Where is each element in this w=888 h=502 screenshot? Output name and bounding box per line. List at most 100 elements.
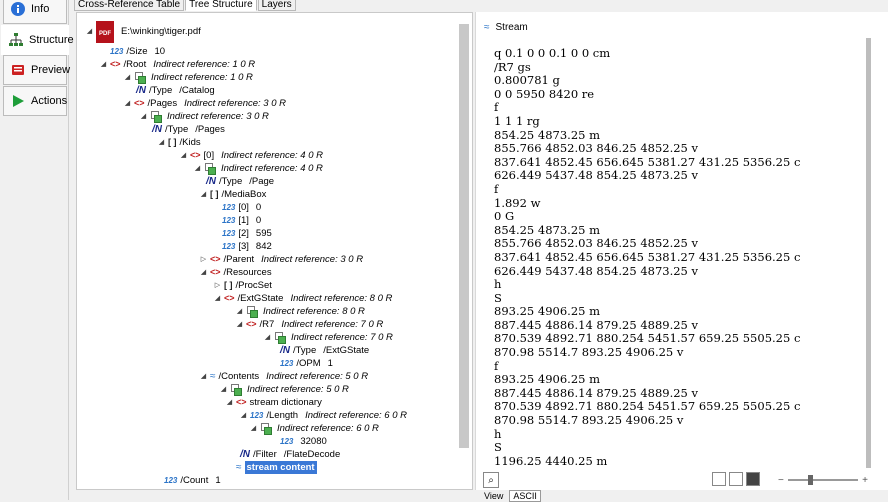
tree-node[interactable]: ◢[ ]/Kids [158,136,201,149]
tree-node[interactable]: ≈ stream content [236,461,317,474]
collapse-icon[interactable]: ◢ [86,25,93,38]
zoom-track[interactable] [787,475,859,485]
collapse-icon[interactable]: ◢ [124,71,131,84]
dictionary-icon: <> [236,397,247,407]
view-mode-select[interactable]: ASCII [509,490,541,502]
tree-node[interactable]: ◢ <>/R7 Indirect reference: 7 0 R [236,318,383,331]
stream-line: 1.892 w [494,195,541,210]
collapse-icon[interactable]: ◢ [100,58,107,71]
collapse-icon[interactable]: ◢ [236,318,243,331]
tree-node[interactable]: 123/Count 1 [164,474,221,487]
tree-node[interactable]: ◢ ≈/Contents Indirect reference: 5 0 R [200,370,368,383]
collapse-icon[interactable]: ◢ [194,162,201,175]
tree-node[interactable]: ◢ <>/ExtGState Indirect reference: 8 0 R [214,292,393,305]
tree-node[interactable]: /N/Type/Page [206,175,274,188]
tree-node-key: /Count [180,475,209,486]
tree-node[interactable]: ◢ Indirect reference: 3 0 R [140,110,269,123]
tree-node[interactable]: /N/Type/ExtGState [280,344,369,357]
collapse-icon[interactable]: ◢ [158,136,165,149]
tab-cross-reference[interactable]: Cross-Reference Table [74,0,185,11]
collapse-icon[interactable]: ◢ [200,370,207,383]
grid-view-button[interactable] [746,472,760,486]
collapse-icon[interactable]: ◢ [236,305,243,318]
tab-tree-structure[interactable]: Tree Structure [185,0,257,11]
tree-node[interactable]: ◢ Indirect reference: 5 0 R [220,383,349,396]
tree-scrollbar[interactable] [459,24,469,448]
tree-node-value: Indirect reference: 4 0 R [221,163,323,174]
collapse-icon[interactable]: ◢ [124,97,131,110]
tree-node[interactable]: ◢ 123/Length Indirect reference: 6 0 R [240,409,407,422]
tree-node-value: 0 [255,202,262,213]
sidebar-item-structure[interactable]: Structure [1,25,74,55]
collapse-icon[interactable]: ◢ [220,383,227,396]
collapse-icon[interactable]: ◢ [214,292,221,305]
reference-icon [204,163,216,175]
tree-node-value: /Pages [195,124,225,135]
tree-node[interactable]: ◢ <>/Resources [200,266,272,279]
tree-node[interactable]: ◢ <> [0] Indirect reference: 4 0 R [180,149,323,162]
tree-node[interactable]: 123/OPM 1 [280,357,333,370]
expand-icon[interactable]: ▷ [200,253,207,266]
tree-node-key: /Type [293,345,317,356]
tree-node[interactable]: 123 32080 [280,435,327,448]
stream-line: h [494,426,502,441]
zoom-thumb[interactable] [807,475,813,485]
tree-node[interactable]: ▷ <>/Parent Indirect reference: 3 0 R [200,253,363,266]
collapse-icon[interactable]: ◢ [180,149,187,162]
zoom-in-icon[interactable]: + [862,475,868,486]
dictionary-icon: <> [224,293,235,303]
tree-node[interactable]: /N/Type/Pages [152,123,225,136]
tree-node[interactable]: /N/Type/Catalog [136,84,215,97]
tree-node-key: stream content [244,461,317,474]
number-icon: 123 [280,437,294,446]
collapse-icon[interactable]: ◢ [140,110,147,123]
stream-line: 870.98 5514.7 893.25 4906.25 v [494,345,684,360]
tree-node-key: /Length [266,410,299,421]
collapse-icon[interactable]: ◢ [200,266,207,279]
tree-node[interactable]: ◢ <>/Root Indirect reference: 1 0 R [100,58,255,71]
zoom-out-icon[interactable]: − [778,475,784,486]
collapse-icon[interactable]: ◢ [250,422,257,435]
two-page-view-button[interactable] [729,472,743,486]
tree-node[interactable]: ◢ Indirect reference: 8 0 R [236,305,365,318]
zoom-slider[interactable]: − + [778,475,868,486]
search-icon[interactable]: ⌕ [483,472,499,488]
stream-line: 893.25 4906.25 m [494,372,601,387]
tree-node[interactable]: 123 [0] 0 [222,201,261,214]
collapse-icon[interactable]: ◢ [200,188,207,201]
array-icon: [ ] [210,189,219,199]
collapse-icon[interactable]: ◢ [264,331,271,344]
single-page-view-button[interactable] [712,472,726,486]
tree-node[interactable]: ▷[ ]/ProcSet [214,279,272,292]
tree-node[interactable]: ◢ Indirect reference: 6 0 R [250,422,379,435]
tab-layers[interactable]: Layers [257,0,296,11]
tree-node[interactable]: 123 [1] 0 [222,214,261,227]
dictionary-icon: <> [246,319,257,329]
tree-node-key: /Size [126,46,148,57]
stream-scrollbar[interactable] [866,38,871,468]
tree-node[interactable]: ◢[ ]/MediaBox [200,188,267,201]
reference-icon [260,423,272,435]
tree-node-key: stream dictionary [249,397,322,408]
sidebar-item-info[interactable]: Info [3,0,67,24]
sidebar-item-actions[interactable]: Actions [3,86,67,116]
tree-node[interactable]: ◢ Indirect reference: 7 0 R [264,331,393,344]
stream-content[interactable]: q 0.1 0 0 0.1 0 0 cm/R7 gs 0.800781 g0 0 … [494,46,854,468]
tree-node[interactable]: /N/Filter/FlateDecode [240,448,340,461]
tree-node[interactable]: ◢ Indirect reference: 1 0 R [124,71,253,84]
tree-node[interactable]: ◢ Indirect reference: 4 0 R [194,162,323,175]
expand-icon[interactable]: ▷ [214,279,221,292]
tree-node[interactable]: ◢ <>/Pages Indirect reference: 3 0 R [124,97,286,110]
name-icon: /N [206,176,216,187]
tree-node[interactable]: 123/Size 10 [110,45,165,58]
tree-root-file[interactable]: ◢ PDF E:\winking\tiger.pdf [86,20,201,43]
tree-node[interactable]: 123 [2] 595 [222,227,272,240]
tree-node[interactable]: 123 [3] 842 [222,240,272,253]
tree-node[interactable]: ◢ <> stream dictionary [226,396,322,409]
dictionary-icon: <> [210,267,221,277]
stream-line: 854.25 4873.25 m [494,127,601,142]
structure-icon [9,33,23,46]
collapse-icon[interactable]: ◢ [226,396,233,409]
collapse-icon[interactable]: ◢ [240,409,247,422]
sidebar-item-preview[interactable]: Preview [3,55,70,85]
